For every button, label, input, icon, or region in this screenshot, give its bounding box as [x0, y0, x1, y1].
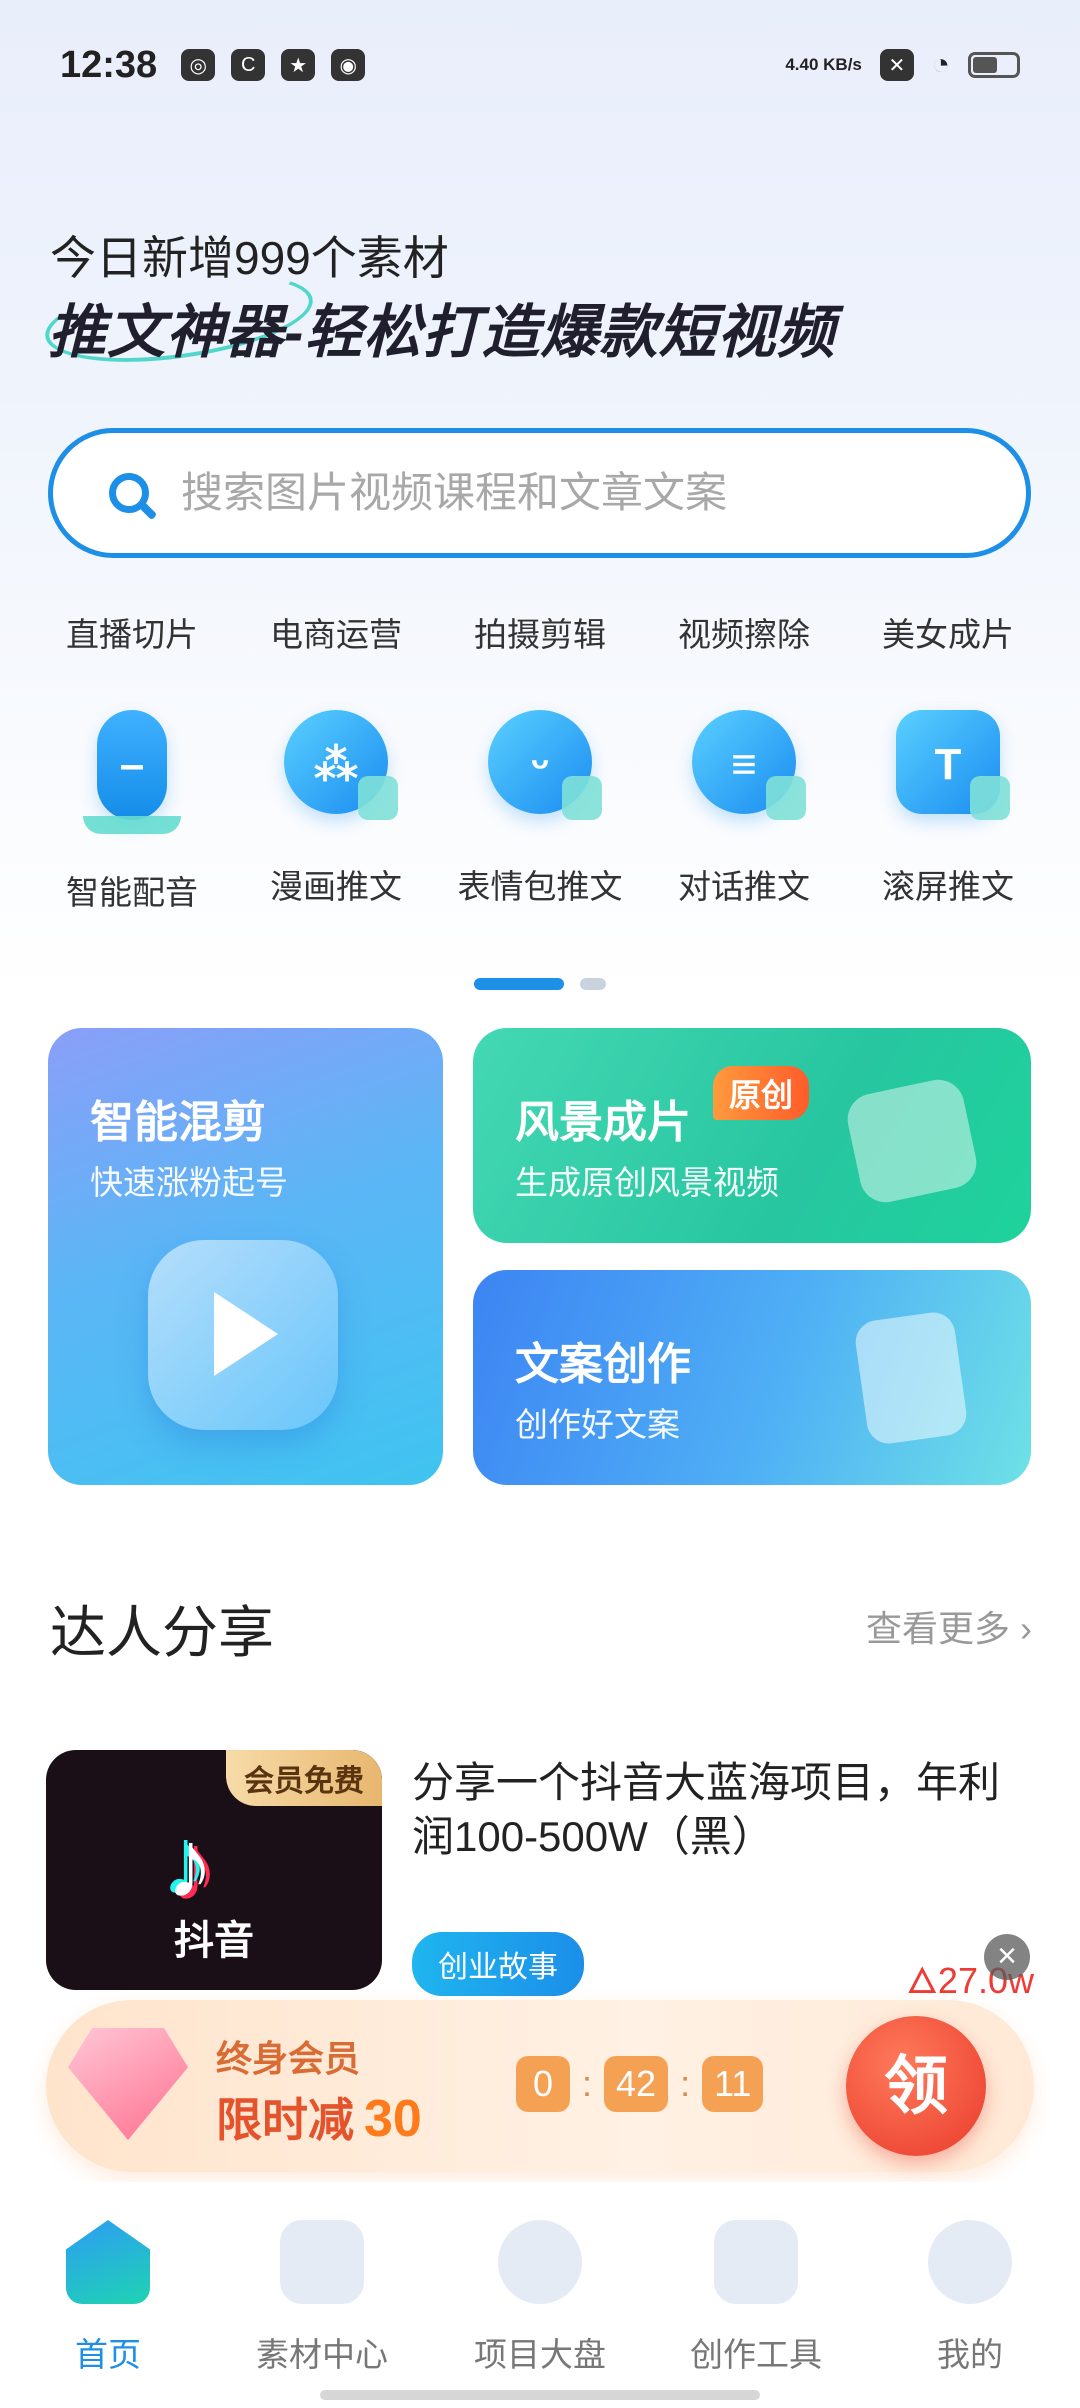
tool-scroll-post[interactable]: T 滚屏推文	[846, 710, 1050, 914]
profile-face-icon	[928, 2220, 1012, 2304]
tab-label: 创作工具	[690, 2336, 822, 2373]
card-subtitle: 快速涨粉起号	[90, 1164, 288, 1201]
membership-promo-banner[interactable]: 终身会员 限时减 30 0 : 42 : 11 领	[46, 2000, 1034, 2172]
card-title: 智能混剪	[90, 1098, 266, 1147]
thumbnail-label: 抖音	[174, 1919, 254, 1963]
countdown-timer: 0 : 42 : 11	[516, 2056, 764, 2112]
promo-discount-label: 限时减	[216, 2094, 354, 2146]
tool-dialogue-post[interactable]: ≡ 对话推文	[642, 710, 846, 914]
text-t-icon: T	[896, 710, 1010, 820]
bottom-tab-bar: 首页 素材中心 项目大盘 创作工具 我的	[0, 2182, 1080, 2408]
promo-line1: 终身会员	[216, 2038, 361, 2079]
star-notification-icon: ★	[281, 49, 316, 81]
tool-label: 滚屏推文	[882, 868, 1014, 905]
notification-icons: ◎ C ★ ◉	[181, 49, 366, 81]
article-tag[interactable]: 创业故事	[412, 1932, 584, 1996]
promo-line2: 限时减 30	[216, 2084, 422, 2150]
toolbox-icon	[714, 2220, 798, 2304]
article-thumbnail[interactable]: ♪ 抖音 会员免费	[46, 1750, 382, 1990]
home-icon	[66, 2220, 150, 2304]
original-badge: 原创	[713, 1066, 810, 1120]
tab-creation-tools[interactable]: 创作工具	[676, 2220, 836, 2376]
tool-label: 漫画推文	[270, 868, 402, 905]
member-free-badge: 会员免费	[226, 1750, 382, 1806]
card-title: 文案创作	[515, 1340, 691, 1389]
document-icon	[852, 1309, 970, 1447]
scenery-video-card[interactable]: 风景成片 原创 生成原创风景视频	[473, 1028, 1031, 1243]
play-icon	[148, 1240, 338, 1430]
see-more-label: 查看更多	[865, 1608, 1010, 1649]
search-bar[interactable]	[48, 428, 1031, 558]
see-more-link[interactable]: 查看更多 ›	[866, 1600, 1032, 1652]
tool-grid: – 智能配音 ⁂ 漫画推文 ᵕ 表情包推文 ≡ 对话推文 T 滚屏推文	[30, 710, 1050, 914]
tab-mine[interactable]: 我的	[890, 2220, 1050, 2376]
category-shoot-edit[interactable]: 拍摄剪辑	[438, 608, 642, 656]
status-time: 12:38	[60, 43, 158, 86]
tab-home[interactable]: 首页	[28, 2220, 188, 2376]
claim-button[interactable]: 领	[846, 2016, 986, 2156]
search-icon	[109, 473, 149, 513]
card-subtitle: 生成原创风景视频	[515, 1164, 779, 1201]
battery-icon	[968, 52, 1020, 78]
tool-comic-post[interactable]: ⁂ 漫画推文	[234, 710, 438, 914]
tab-label: 素材中心	[256, 2336, 388, 2373]
flame-icon: 🜂	[906, 1960, 938, 2001]
category-video-erase[interactable]: 视频擦除	[642, 608, 846, 656]
wifi-icon: ◔	[931, 48, 950, 81]
card-title: 风景成片	[515, 1098, 691, 1147]
network-speed: 4.40 KB/s	[785, 55, 862, 74]
sim-off-icon: ✕	[879, 49, 914, 81]
diamond-icon	[68, 2028, 188, 2140]
copywriting-card[interactable]: 文案创作 创作好文案	[473, 1270, 1031, 1485]
countdown-minutes: 42	[604, 2056, 669, 2112]
landscape-image-icon	[842, 1074, 982, 1208]
section-title: 达人分享	[50, 1601, 274, 1664]
tool-label: 表情包推文	[457, 868, 623, 905]
chat-icon: ≡	[692, 710, 806, 820]
app-notification-icon: ◎	[181, 49, 216, 81]
category-beauty-video[interactable]: 美女成片	[846, 608, 1050, 656]
tool-emoji-post[interactable]: ᵕ 表情包推文	[438, 710, 642, 914]
category-row: 直播切片 电商运营 拍摄剪辑 视频擦除 美女成片	[0, 608, 1080, 656]
tool-label: 对话推文	[678, 868, 810, 905]
chevron-right-icon: ›	[1020, 1608, 1032, 1649]
page-title: 推文神器-轻松打造爆款短视频	[48, 300, 836, 365]
countdown-hours: 0	[516, 2056, 570, 2112]
microphone-icon: –	[83, 710, 181, 834]
page-dot-active	[474, 978, 564, 990]
tab-label: 首页	[75, 2336, 141, 2373]
page-indicator	[474, 978, 606, 990]
article-title[interactable]: 分享一个抖音大蓝海项目，年利润100-500W（黑）	[412, 1756, 1032, 1864]
smart-mix-card[interactable]: 智能混剪 快速涨粉起号	[48, 1028, 443, 1485]
countdown-seconds: 11	[702, 2056, 764, 2112]
palette-icon: ⁂	[284, 710, 398, 820]
folder-icon	[280, 2220, 364, 2304]
tool-label: 智能配音	[66, 874, 198, 911]
shop-notification-icon: C	[231, 49, 266, 81]
home-indicator[interactable]	[320, 2390, 760, 2400]
status-right: 4.40 KB/s ✕ ◔	[785, 48, 1020, 82]
tab-label: 项目大盘	[474, 2336, 606, 2373]
page-dot	[580, 978, 606, 990]
tool-smart-dubbing[interactable]: – 智能配音	[30, 710, 234, 914]
close-promo-button[interactable]: ×	[984, 1934, 1030, 1980]
status-bar: 12:38 ◎ C ★ ◉ 4.40 KB/s ✕ ◔	[60, 40, 1020, 90]
tiktok-logo-icon: ♪	[166, 1811, 214, 1918]
category-ecommerce[interactable]: 电商运营	[234, 608, 438, 656]
tab-project-board[interactable]: 项目大盘	[460, 2220, 620, 2376]
card-subtitle: 创作好文案	[515, 1406, 680, 1443]
promo-amount: 30	[364, 2090, 422, 2148]
trend-chart-icon	[498, 2220, 582, 2304]
smiley-icon: ᵕ	[488, 710, 602, 820]
category-livestream-clips[interactable]: 直播切片	[30, 608, 234, 656]
tab-material-center[interactable]: 素材中心	[242, 2220, 402, 2376]
search-input[interactable]	[181, 469, 881, 517]
tab-label: 我的	[937, 2336, 1003, 2373]
camera-notification-icon: ◉	[331, 49, 366, 81]
